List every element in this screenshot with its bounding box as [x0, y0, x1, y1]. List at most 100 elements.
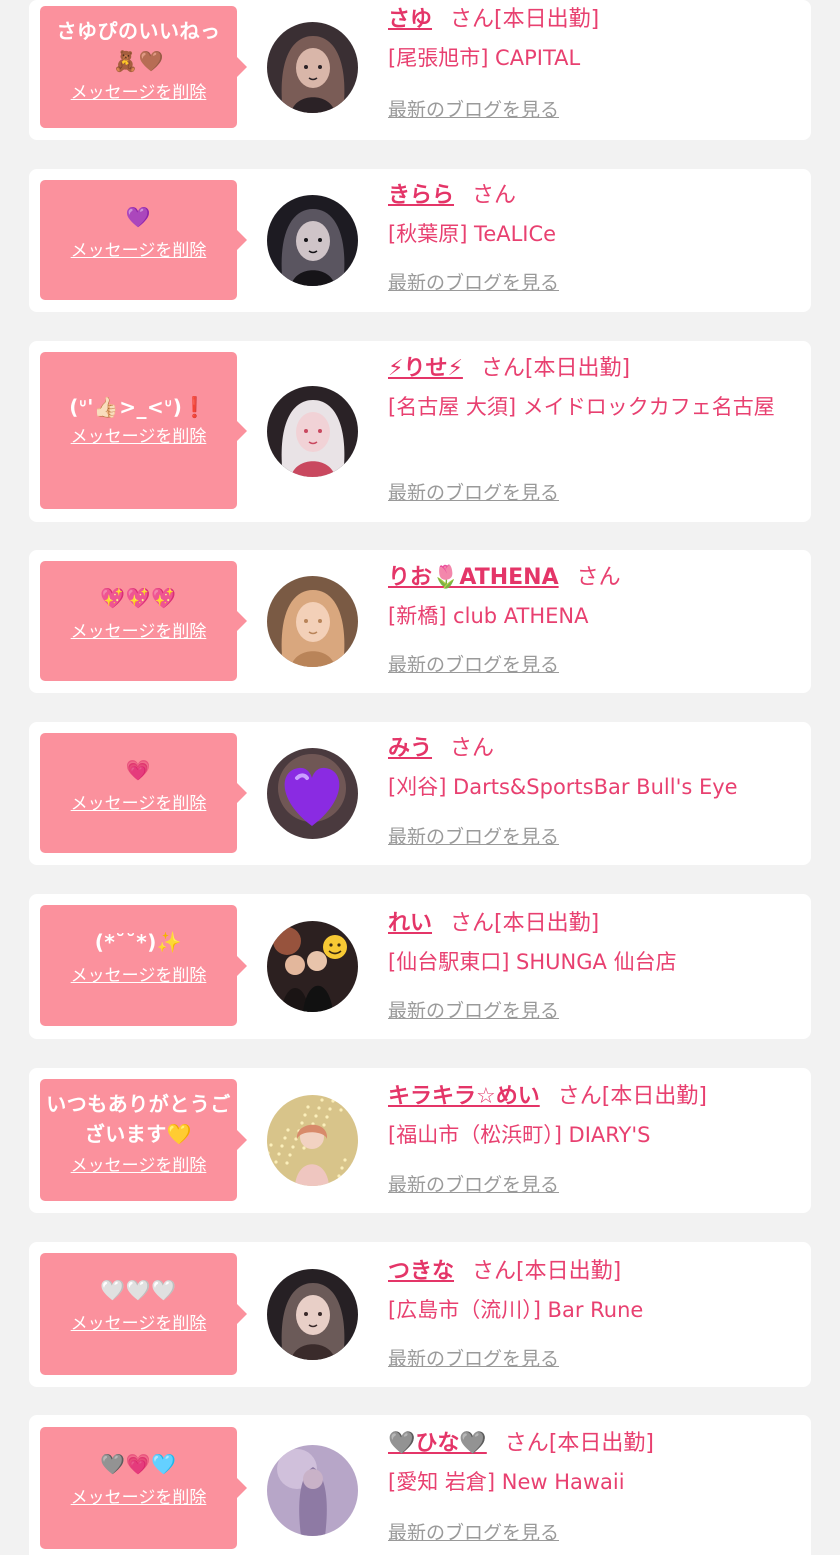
avatar[interactable] [267, 576, 358, 667]
message-text: 🩶💗🩵 [100, 1452, 177, 1476]
message-bubble: 💜 メッセージを削除 [40, 180, 247, 300]
cast-name-link[interactable]: 🩶ひな🩶 [388, 1431, 487, 1456]
avatar[interactable] [267, 921, 358, 1012]
shop-label: [名古屋 大須] メイドロックカフェ名古屋 [388, 395, 775, 419]
working-today-badge: [本日出勤] [516, 1259, 622, 1284]
message-bubble: 💖💖💖 メッセージを削除 [40, 561, 247, 681]
delete-message-link[interactable]: メッセージを削除 [46, 965, 231, 987]
message-text: (*˘˘*)✨ [94, 930, 183, 954]
avatar[interactable] [267, 386, 358, 477]
message-card: 💖💖💖 メッセージを削除 りお🌷ATHENA さん [新橋] club ATHENA 最新… [29, 550, 811, 693]
cast-name-link[interactable]: つきな [388, 1259, 454, 1284]
latest-blog-link[interactable]: 最新のブログを見る [388, 999, 559, 1023]
delete-message-link[interactable]: メッセージを削除 [46, 82, 231, 104]
name-line: ⚡りせ⚡ さん[本日出勤] [388, 354, 797, 384]
latest-blog-link[interactable]: 最新のブログを見る [388, 481, 559, 505]
honorific-label: さん [480, 356, 525, 381]
delete-message-link[interactable]: メッセージを削除 [46, 793, 231, 815]
message-card: いつもありがとうございます💛 メッセージを削除 キラキラ☆めい さん[本日出勤] [福山… [29, 1068, 811, 1213]
cast-info: 🩶ひな🩶 さん[本日出勤] [愛知 岩倉] New Hawaii [388, 1429, 797, 1498]
honorific-label: さん [450, 7, 495, 32]
cast-name-link[interactable]: れい [388, 911, 432, 936]
honorific-label: さん [504, 1431, 549, 1456]
cast-name-link[interactable]: さゆ [388, 7, 432, 32]
delete-message-link[interactable]: メッセージを削除 [46, 1155, 231, 1177]
cast-info: つきな さん[本日出勤] [広島市（流川）] Bar Rune [388, 1257, 797, 1326]
cast-info: ⚡りせ⚡ さん[本日出勤] [名古屋 大須] メイドロックカフェ名古屋 [388, 354, 797, 423]
shop-label: [仙台駅東口] SHUNGA 仙台店 [388, 950, 677, 974]
latest-blog-link[interactable]: 最新のブログを見る [388, 825, 559, 849]
message-bubble: (ᐡ'👍🏻>_<ᐡ)❗ メッセージを削除 [40, 352, 247, 509]
name-line: つきな さん[本日出勤] [388, 1257, 797, 1287]
latest-blog-link[interactable]: 最新のブログを見る [388, 1347, 559, 1371]
honorific-label: さん [557, 1084, 602, 1109]
message-text: 💖💖💖 [100, 586, 177, 610]
message-bubble: いつもありがとうございます💛 メッセージを削除 [40, 1079, 247, 1201]
latest-blog-link[interactable]: 最新のブログを見る [388, 653, 559, 677]
cast-info: みう さん [刈谷] Darts&SportsBar Bull's Eye [388, 734, 797, 803]
cast-name-link[interactable]: みう [388, 736, 432, 761]
working-today-badge: [本日出勤] [494, 7, 600, 32]
delete-message-link[interactable]: メッセージを削除 [46, 426, 231, 448]
name-line: さゆ さん[本日出勤] [388, 5, 797, 35]
working-today-badge: [本日出勤] [524, 356, 631, 381]
message-text: 💗 [125, 758, 152, 782]
cast-name-link[interactable]: きらら [388, 183, 454, 208]
message-bubble: 🩶💗🩵 メッセージを削除 [40, 1427, 247, 1549]
message-card: (ᐡ'👍🏻>_<ᐡ)❗ メッセージを削除 ⚡りせ⚡ さん[本日出勤] [名古屋 大須] … [29, 341, 811, 522]
message-bubble: 🤍🤍🤍 メッセージを削除 [40, 1253, 247, 1375]
avatar[interactable] [267, 748, 358, 839]
message-text: 💜 [125, 205, 152, 229]
delete-message-link[interactable]: メッセージを削除 [46, 1487, 231, 1509]
delete-message-link[interactable]: メッセージを削除 [46, 1313, 231, 1335]
honorific-label: さん [472, 183, 517, 208]
cast-info: れい さん[本日出勤] [仙台駅東口] SHUNGA 仙台店 [388, 909, 797, 978]
shop-label: [福山市（松浜町）] DIARY'S [388, 1123, 651, 1147]
name-line: 🩶ひな🩶 さん[本日出勤] [388, 1429, 797, 1459]
latest-blog-link[interactable]: 最新のブログを見る [388, 271, 559, 295]
latest-blog-link[interactable]: 最新のブログを見る [388, 1521, 559, 1545]
cast-info: きらら さん [秋葉原] TeALICe [388, 181, 797, 250]
avatar[interactable] [267, 1095, 358, 1186]
message-card: (*˘˘*)✨ メッセージを削除 れい さん[本日出勤] [仙台駅東口] SHUNGA … [29, 894, 811, 1039]
message-card: 🩶💗🩵 メッセージを削除 🩶ひな🩶 さん[本日出勤] [愛知 岩倉] New Hawai… [29, 1415, 811, 1555]
message-bubble: 💗 メッセージを削除 [40, 733, 247, 853]
cast-info: キラキラ☆めい さん[本日出勤] [福山市（松浜町）] DIARY'S [388, 1082, 797, 1151]
honorific-label: さん [576, 565, 621, 590]
latest-blog-link[interactable]: 最新のブログを見る [388, 98, 559, 122]
name-line: キラキラ☆めい さん[本日出勤] [388, 1082, 797, 1112]
message-text: 🤍🤍🤍 [100, 1278, 177, 1302]
message-card: 💜 メッセージを削除 きらら さん [秋葉原] TeALICe 最新のブログを見る [29, 169, 811, 312]
delete-message-link[interactable]: メッセージを削除 [46, 240, 231, 262]
avatar[interactable] [267, 22, 358, 113]
shop-label: [新橋] club ATHENA [388, 604, 589, 628]
latest-blog-link[interactable]: 最新のブログを見る [388, 1173, 559, 1197]
fan-message-list: さゆぴのいいねっ🧸🤎 メッセージを削除 さゆ さん[本日出勤] [尾張旭市] CAPIT… [0, 0, 840, 1555]
honorific-label: さん [472, 1259, 517, 1284]
cast-name-link[interactable]: ⚡りせ⚡ [388, 356, 463, 381]
honorific-label: さん [450, 911, 495, 936]
message-bubble: (*˘˘*)✨ メッセージを削除 [40, 905, 247, 1026]
name-line: みう さん [388, 734, 797, 764]
shop-label: [広島市（流川）] Bar Rune [388, 1298, 644, 1322]
name-line: りお🌷ATHENA さん [388, 563, 797, 593]
message-text: (ᐡ'👍🏻>_<ᐡ)❗ [69, 395, 208, 419]
working-today-badge: [本日出勤] [494, 911, 600, 936]
avatar[interactable] [267, 195, 358, 286]
shop-label: [尾張旭市] CAPITAL [388, 46, 581, 70]
message-card: 🤍🤍🤍 メッセージを削除 つきな さん[本日出勤] [広島市（流川）] Bar Rune… [29, 1242, 811, 1387]
message-text: さゆぴのいいねっ🧸🤎 [56, 19, 221, 73]
avatar[interactable] [267, 1269, 358, 1360]
shop-label: [刈谷] Darts&SportsBar Bull's Eye [388, 775, 738, 799]
message-card: さゆぴのいいねっ🧸🤎 メッセージを削除 さゆ さん[本日出勤] [尾張旭市] CAPIT… [29, 0, 811, 140]
cast-name-link[interactable]: りお🌷ATHENA [388, 565, 559, 590]
cast-name-link[interactable]: キラキラ☆めい [388, 1084, 540, 1109]
delete-message-link[interactable]: メッセージを削除 [46, 621, 231, 643]
message-card: 💗 メッセージを削除 みう さん [刈谷] Darts&SportsBar Bull's… [29, 722, 811, 865]
working-today-badge: [本日出勤] [548, 1431, 654, 1456]
working-today-badge: [本日出勤] [601, 1084, 707, 1109]
message-text: いつもありがとうございます💛 [46, 1092, 231, 1146]
message-bubble: さゆぴのいいねっ🧸🤎 メッセージを削除 [40, 6, 247, 128]
cast-info: さゆ さん[本日出勤] [尾張旭市] CAPITAL [388, 5, 797, 74]
avatar[interactable] [267, 1445, 358, 1536]
